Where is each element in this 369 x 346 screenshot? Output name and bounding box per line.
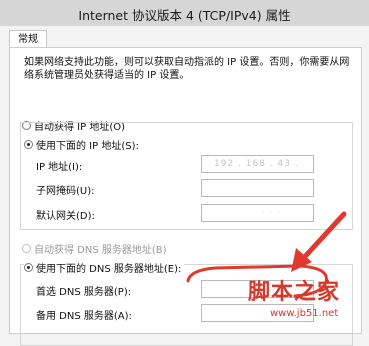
watermark-url: www.jb51.net [270,308,339,319]
watermark-text: 脚本之家 [248,280,341,305]
watermark: 脚本之家 www.jb51.net [240,270,368,326]
